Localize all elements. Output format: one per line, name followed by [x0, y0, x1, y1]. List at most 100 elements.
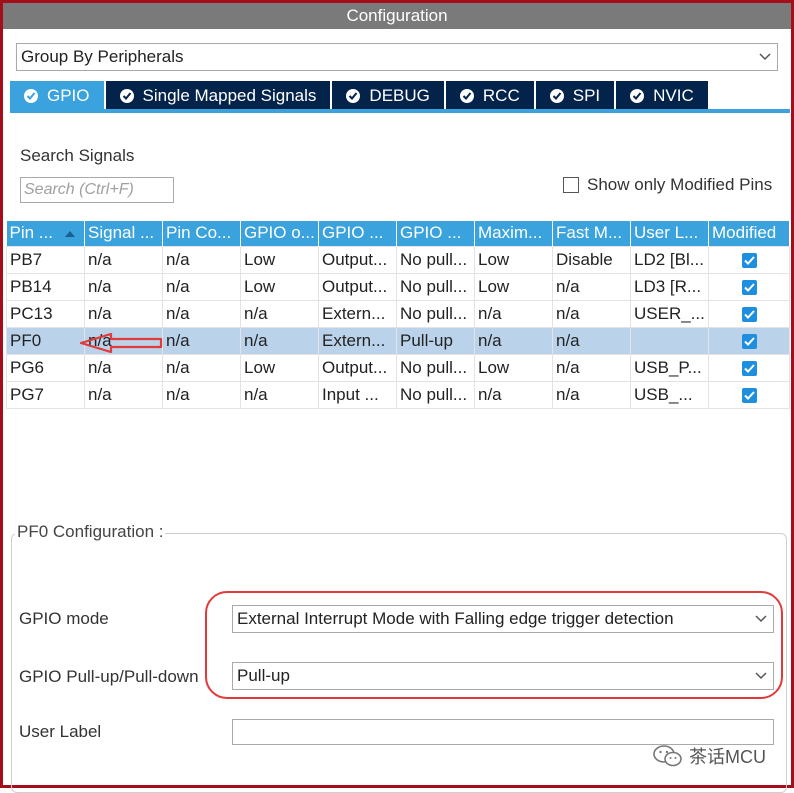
- tab-gpio[interactable]: GPIO: [10, 81, 106, 111]
- table-row[interactable]: PC13 n/a n/a n/a Extern... No pull... n/…: [6, 299, 790, 328]
- table-cell: Disable: [552, 245, 631, 274]
- annotation-arrow-icon: [79, 333, 163, 353]
- table-header: Pin ... Signal ... Pin Co... GPIO o... G…: [6, 221, 790, 246]
- column-header[interactable]: Maxim...: [474, 221, 553, 246]
- table-cell: Input ...: [318, 380, 397, 409]
- table-row[interactable]: PB14 n/a n/a Low Output... No pull... Lo…: [6, 272, 790, 301]
- modified-cell: [708, 326, 790, 355]
- table-cell: n/a: [84, 353, 163, 382]
- table-cell: n/a: [84, 380, 163, 409]
- table-cell: n/a: [474, 299, 553, 328]
- table-cell: Output...: [318, 245, 397, 274]
- show-modified-checkbox[interactable]: [563, 177, 579, 193]
- gpio-pull-label: GPIO Pull-up/Pull-down: [19, 667, 199, 686]
- user-label-input[interactable]: [232, 719, 774, 745]
- table-cell: n/a: [552, 326, 631, 355]
- table-cell: Low: [240, 245, 319, 274]
- checkbox-checked-icon[interactable]: [741, 387, 757, 403]
- table-cell: No pull...: [396, 353, 475, 382]
- column-header[interactable]: GPIO ...: [318, 221, 397, 246]
- tab-debug[interactable]: DEBUG: [332, 81, 446, 111]
- table-cell: No pull...: [396, 245, 475, 274]
- table-cell: No pull...: [396, 380, 475, 409]
- tab-label: GPIO: [47, 86, 90, 105]
- table-cell: n/a: [162, 299, 241, 328]
- sort-up-icon: [64, 230, 75, 237]
- column-header[interactable]: User L...: [630, 221, 709, 246]
- tab-label: RCC: [482, 86, 520, 105]
- table-cell: Output...: [318, 353, 397, 382]
- modified-cell: [708, 245, 790, 274]
- column-header[interactable]: Pin ...: [6, 221, 85, 246]
- tab-nvic[interactable]: NVIC: [616, 81, 710, 111]
- table-cell: Extern...: [318, 299, 397, 328]
- table-cell: PG6: [6, 353, 85, 382]
- table-row[interactable]: PB7 n/a n/a Low Output... No pull... Low…: [6, 245, 790, 274]
- table-cell: n/a: [84, 299, 163, 328]
- column-header[interactable]: Fast M...: [552, 221, 631, 246]
- column-header[interactable]: Pin Co...: [162, 221, 241, 246]
- table-cell: n/a: [552, 380, 631, 409]
- table-cell: n/a: [84, 272, 163, 301]
- tab-spi[interactable]: SPI: [535, 81, 617, 111]
- tab-underline: [10, 109, 790, 113]
- column-header[interactable]: Signal ...: [84, 221, 163, 246]
- column-header-label: Pin ...: [9, 223, 53, 243]
- table-cell: Low: [474, 353, 553, 382]
- check-circle-icon: [346, 89, 361, 103]
- tab-single-mapped-signals[interactable]: Single Mapped Signals: [105, 81, 333, 111]
- table-cell: Low: [474, 272, 553, 301]
- table-cell: PF0: [6, 326, 85, 355]
- pin-table: Pin ... Signal ... Pin Co... GPIO o... G…: [6, 221, 790, 409]
- table-cell: No pull...: [396, 272, 475, 301]
- column-header[interactable]: Modified: [708, 221, 790, 246]
- wechat-icon: [653, 745, 682, 767]
- table-cell: Low: [474, 245, 553, 274]
- checkbox-checked-icon[interactable]: [741, 333, 757, 349]
- checkbox-checked-icon[interactable]: [741, 252, 757, 268]
- check-circle-icon: [24, 89, 38, 103]
- tab-label: NVIC: [653, 86, 694, 105]
- table-cell: USER_...: [630, 299, 709, 328]
- chevron-down-icon: [759, 53, 771, 63]
- column-header[interactable]: GPIO o...: [240, 221, 319, 246]
- table-cell: n/a: [162, 326, 241, 355]
- table-cell: Low: [240, 272, 319, 301]
- modified-cell: [708, 299, 790, 328]
- modified-cell: [708, 353, 790, 382]
- table-cell: Pull-up: [396, 326, 475, 355]
- table-cell: [630, 326, 709, 355]
- table-row[interactable]: PG7 n/a n/a n/a Input ... No pull... n/a…: [6, 380, 790, 409]
- table-cell: LD2 [Bl...: [630, 245, 709, 274]
- table-row[interactable]: PG6 n/a n/a Low Output... No pull... Low…: [6, 353, 790, 382]
- peripheral-tabs: GPIO Single Mapped Signals DEBUG RCC SPI…: [10, 81, 710, 111]
- tab-label: SPI: [572, 86, 601, 105]
- checkbox-checked-icon[interactable]: [741, 306, 757, 322]
- table-cell: USB_...: [630, 380, 709, 409]
- user-label-label: User Label: [19, 722, 102, 741]
- table-cell: n/a: [162, 272, 241, 301]
- table-cell: n/a: [240, 380, 319, 409]
- search-input[interactable]: Search (Ctrl+F): [20, 177, 174, 203]
- table-cell: n/a: [474, 326, 553, 355]
- table-cell: n/a: [84, 245, 163, 274]
- tab-label: Single Mapped Signals: [142, 86, 317, 105]
- window-title: Configuration: [3, 3, 791, 29]
- column-header[interactable]: GPIO ...: [396, 221, 475, 246]
- search-signals-label: Search Signals: [20, 146, 135, 165]
- table-cell: n/a: [240, 299, 319, 328]
- watermark: 茶话MCU: [653, 743, 766, 769]
- table-cell: n/a: [552, 272, 631, 301]
- checkbox-checked-icon[interactable]: [741, 279, 757, 295]
- tab-rcc[interactable]: RCC: [445, 81, 536, 111]
- group-by-dropdown[interactable]: Group By Peripherals: [16, 43, 778, 71]
- gpio-mode-label: GPIO mode: [19, 609, 109, 628]
- show-modified-label: Show only Modified Pins: [587, 175, 773, 194]
- table-cell: n/a: [552, 299, 631, 328]
- checkbox-checked-icon[interactable]: [741, 360, 757, 376]
- table-cell: LD3 [R...: [630, 272, 709, 301]
- table-cell: PB7: [6, 245, 85, 274]
- table-cell: n/a: [162, 380, 241, 409]
- table-cell: n/a: [474, 380, 553, 409]
- table-cell: n/a: [552, 353, 631, 382]
